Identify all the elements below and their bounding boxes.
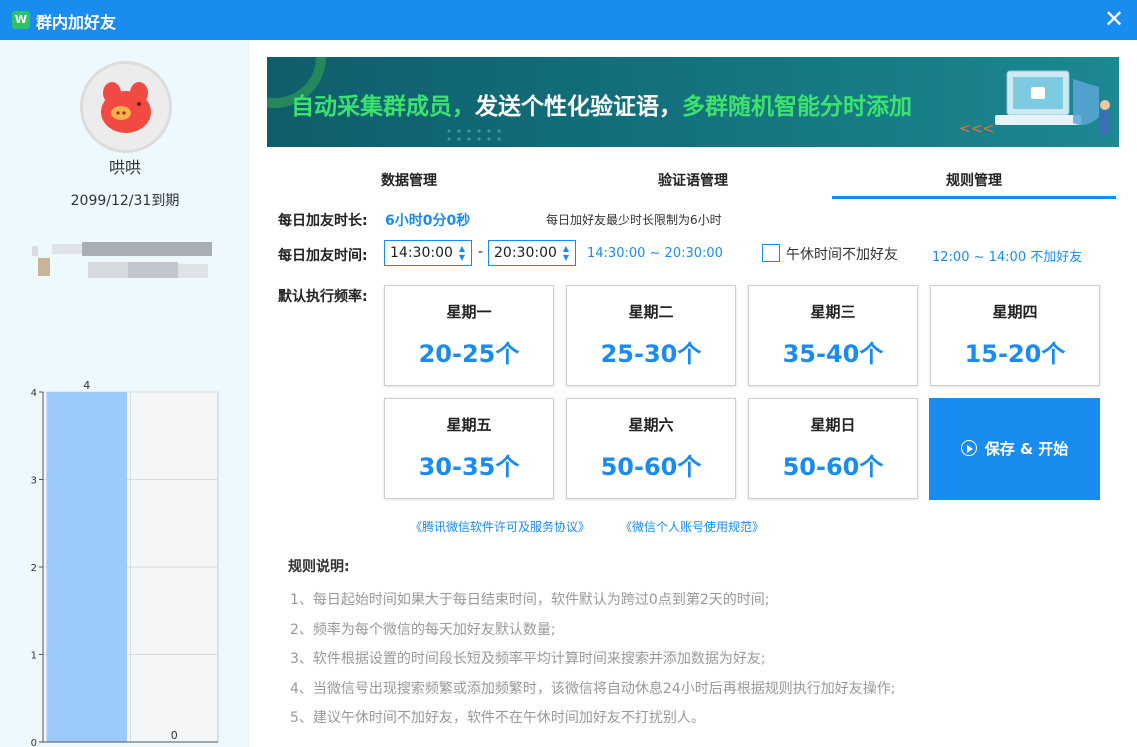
- day-name: 星期六: [628, 416, 674, 434]
- end-time-input[interactable]: 20:30:00 ▲ ▼: [488, 240, 576, 266]
- banner-highlight-text: 自动采集群成员，: [291, 94, 475, 120]
- day-frequency: 50-60个: [600, 453, 702, 481]
- day-name: 星期三: [810, 303, 856, 321]
- chart-bar: [46, 392, 127, 742]
- pig-avatar-icon: [83, 64, 169, 150]
- title-bar: W 群内加好友 ✕: [0, 0, 1137, 40]
- day-card-friday[interactable]: 星期五 30-35个: [384, 398, 554, 499]
- wechat-account-rules-link[interactable]: 《微信个人账号使用规范》: [620, 518, 764, 535]
- blurred-account-info: [32, 240, 222, 288]
- rule-item: 2、频率为每个微信的每天加好友默认数量;: [290, 622, 556, 638]
- blurred-content: [32, 242, 212, 278]
- wechat-license-link[interactable]: 《腾讯微信软件许可及服务协议》: [410, 518, 590, 535]
- rules-title: 规则说明:: [288, 559, 350, 575]
- svg-text:<<<: <<<: [959, 121, 994, 137]
- day-name: 星期日: [810, 416, 856, 434]
- day-card-wednesday[interactable]: 星期三 35-40个: [748, 285, 918, 386]
- time-label: 每日加友时间:: [278, 248, 368, 264]
- save-start-button[interactable]: 保存 & 开始: [929, 398, 1100, 500]
- day-name: 星期四: [992, 303, 1038, 321]
- window-title: 群内加好友: [36, 13, 117, 32]
- day-name: 星期五: [446, 416, 492, 434]
- duration-note: 每日加好友最少时长限制为6小时: [546, 213, 722, 227]
- tab-rule-management[interactable]: 规则管理: [832, 165, 1116, 199]
- duration-label: 每日加友时长:: [278, 213, 368, 229]
- end-time-value: 20:30:00: [494, 245, 557, 261]
- chart-tick-label: 1: [31, 651, 37, 662]
- expiry-date: 2099/12/31到期: [70, 193, 180, 209]
- play-circle-icon: [960, 440, 977, 456]
- rule-item: 4、当微信号出现搜索频繁或添加频繁时，该微信将自动休息24小时后再根据规则执行加…: [290, 681, 896, 697]
- rule-item: 3、软件根据设置的时间段长短及频率平均计算时间来搜索并添加数据为好友;: [290, 651, 766, 667]
- day-card-tuesday[interactable]: 星期二 25-30个: [566, 285, 736, 386]
- rule-item: 1、每日起始时间如果大于每日结束时间，软件默认为跨过0点到第2天的时间;: [290, 592, 770, 608]
- day-name: 星期二: [628, 303, 674, 321]
- save-start-label: 保存 & 开始: [984, 440, 1069, 458]
- banner-highlight-text-2: 多群随机智能分时添加: [682, 94, 912, 120]
- frequency-label: 默认执行频率:: [278, 289, 368, 305]
- usage-chart-svg: 012344已使用0有异常: [31, 379, 219, 747]
- day-frequency: 30-35个: [418, 453, 520, 481]
- wechat-logo-icon: W: [12, 11, 30, 29]
- day-frequency: 15-20个: [964, 340, 1066, 368]
- start-time-spinner-icon[interactable]: ▲ ▼: [457, 244, 467, 262]
- banner-slogan: 自动采集群成员，发送个性化验证语，多群随机智能分时添加: [291, 87, 912, 121]
- day-frequency: 20-25个: [418, 340, 520, 368]
- day-card-sunday[interactable]: 星期日 50-60个: [748, 398, 918, 499]
- start-time-input[interactable]: 14:30:00 ▲ ▼: [384, 240, 472, 266]
- time-separator: -: [478, 244, 484, 260]
- time-range-display: 14:30:00 ~ 20:30:00: [587, 246, 723, 261]
- sidebar: 哄哄 2099/12/31到期 012344已使用0有异常: [0, 40, 250, 747]
- day-frequency: 25-30个: [600, 340, 702, 368]
- day-card-saturday[interactable]: 星期六 50-60个: [566, 398, 736, 499]
- duration-value: 6小时0分0秒: [385, 213, 471, 229]
- noon-break-note: 12:00 ~ 14:00 不加好友: [932, 250, 1083, 265]
- rule-item: 5、建议午休时间不加好友，软件不在午休时间加好友不打扰别人。: [290, 710, 705, 726]
- chart-tick-label: 2: [31, 563, 37, 574]
- noon-break-checkbox[interactable]: [762, 244, 780, 262]
- tab-verification-message[interactable]: 验证语管理: [551, 165, 835, 199]
- chart-data-label: 0: [171, 729, 178, 742]
- day-card-monday[interactable]: 星期一 20-25个: [384, 285, 554, 386]
- close-button[interactable]: ✕: [1101, 6, 1127, 32]
- usage-chart: 012344已使用0有异常: [28, 342, 250, 747]
- username: 哄哄: [108, 158, 141, 177]
- start-time-value: 14:30:00: [390, 245, 453, 261]
- day-frequency: 35-40个: [782, 340, 884, 368]
- banner-text-2: 发送个性化验证语，: [475, 94, 682, 120]
- day-card-thursday[interactable]: 星期四 15-20个: [930, 285, 1100, 386]
- chart-tick-label: 4: [31, 388, 37, 399]
- promo-banner: <<< 自动采集群成员，发送个性化验证语，多群随机智能分时添加: [267, 57, 1119, 147]
- avatar: [80, 61, 172, 153]
- end-time-spinner-icon[interactable]: ▲ ▼: [561, 244, 571, 262]
- tab-data-management[interactable]: 数据管理: [267, 165, 551, 199]
- noon-break-label[interactable]: 午休时间不加好友: [786, 244, 898, 264]
- chart-tick-label: 3: [31, 476, 37, 487]
- tab-bar: 数据管理 验证语管理 规则管理: [267, 165, 1119, 199]
- chart-tick-label: 0: [31, 738, 37, 747]
- day-name: 星期一: [446, 303, 492, 321]
- day-frequency: 50-60个: [782, 453, 884, 481]
- chart-data-label: 4: [83, 379, 90, 392]
